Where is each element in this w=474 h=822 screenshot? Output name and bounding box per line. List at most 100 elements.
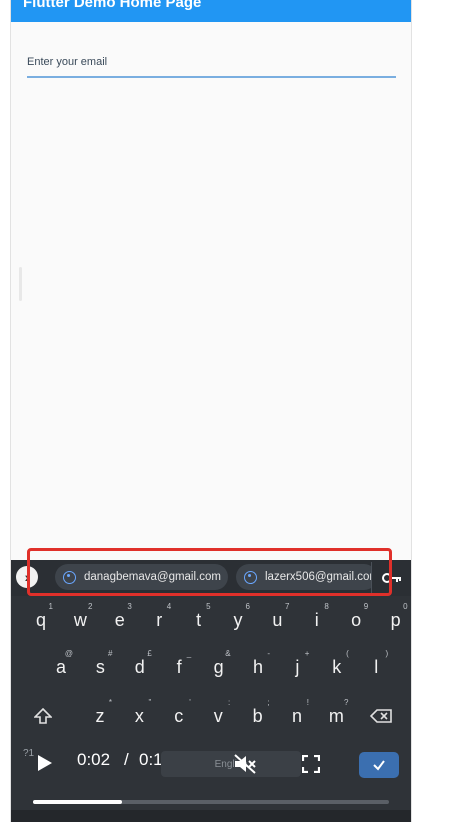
key-secondary-symbol: (	[346, 649, 349, 658]
volume-muted-icon[interactable]	[233, 753, 257, 780]
key-secondary-symbol: 1	[48, 602, 53, 611]
key-secondary-symbol: #	[107, 649, 113, 658]
key-secondary-symbol: _	[186, 649, 192, 658]
video-controls: ?1 0:02 / 0:10 English	[11, 745, 411, 785]
video-progress-bar[interactable]	[33, 800, 389, 804]
key-s[interactable]: s #	[82, 647, 118, 687]
key-q[interactable]: q1	[23, 600, 59, 640]
video-progress-fill	[33, 800, 122, 804]
video-current-time: 0:02	[77, 750, 111, 769]
key-secondary-symbol: +	[304, 649, 310, 658]
key-row-2: a @ s # d £ f _ g & h - j + k(l)	[11, 647, 411, 687]
key-letter: f	[176, 656, 182, 677]
shift-glyph	[34, 708, 52, 724]
key-row-3: z * x " c ' v: b; n! m?	[11, 696, 411, 736]
key-letter: v	[213, 705, 223, 726]
key-k[interactable]: k(	[319, 647, 355, 687]
key-secondary-symbol: ;	[267, 698, 270, 707]
system-nav-strip	[11, 810, 411, 822]
key-l[interactable]: l)	[358, 647, 394, 687]
key-secondary-symbol: 2	[87, 602, 93, 611]
key-f[interactable]: f _	[161, 647, 197, 687]
key-b[interactable]: b;	[240, 696, 276, 736]
key-secondary-symbol: 6	[245, 602, 250, 611]
key-letter: b	[252, 705, 263, 726]
key-w[interactable]: w2	[62, 600, 98, 640]
key-secondary-symbol: :	[227, 698, 231, 707]
key-secondary-symbol: *	[108, 698, 112, 707]
key-y[interactable]: y6	[220, 600, 256, 640]
key-secondary-symbol: '	[189, 698, 191, 707]
soft-keyboard: › danagbemava@gmail.com lazerx506@gmail.…	[11, 560, 411, 822]
key-p[interactable]: p0	[378, 600, 411, 640]
key-r[interactable]: r4	[141, 600, 177, 640]
key-secondary-symbol: £	[147, 649, 152, 658]
autofill-chip-email-2[interactable]: lazerx506@gmail.com	[236, 564, 377, 590]
key-letter: h	[252, 656, 263, 677]
key-letter: l	[374, 656, 379, 677]
key-secondary-symbol: )	[385, 649, 389, 658]
key-letter: p	[390, 609, 401, 630]
key-letter: a	[55, 656, 66, 677]
key-letter: s	[95, 656, 105, 677]
key-g[interactable]: g &	[201, 647, 237, 687]
key-letter: x	[134, 705, 144, 726]
chevron-right-icon[interactable]: ›	[16, 566, 38, 588]
fullscreen-glyph	[301, 754, 321, 774]
key-v[interactable]: v:	[200, 696, 236, 736]
key-secondary-symbol: 4	[166, 602, 172, 611]
key-d[interactable]: d £	[122, 647, 158, 687]
key-e[interactable]: e3	[102, 600, 138, 640]
key-row-1: q1w2e3r4t5y6u7i8o9p0	[11, 600, 411, 640]
key-icon-glyph	[382, 573, 401, 583]
key-icon[interactable]	[371, 562, 411, 594]
key-h[interactable]: h-	[240, 647, 276, 687]
spacebar-key[interactable]: English	[161, 751, 301, 777]
key-letter: u	[272, 609, 283, 630]
key-x[interactable]: x "	[121, 696, 157, 736]
autofill-chip-email-1[interactable]: danagbemava@gmail.com	[55, 564, 228, 590]
key-secondary-symbol: 5	[206, 602, 211, 611]
key-secondary-symbol: &	[225, 649, 231, 658]
key-secondary-symbol: "	[148, 698, 152, 707]
play-icon[interactable]	[37, 754, 53, 777]
fullscreen-icon[interactable]	[301, 754, 321, 778]
key-letter: k	[332, 656, 342, 677]
scroll-indicator	[19, 267, 22, 301]
key-u[interactable]: u7	[259, 600, 295, 640]
email-input[interactable]	[27, 48, 396, 78]
key-c[interactable]: c '	[161, 696, 197, 736]
key-secondary-symbol: 8	[324, 602, 329, 611]
key-n[interactable]: n!	[279, 696, 315, 736]
app-title: Flutter Demo Home Page	[23, 0, 202, 11]
key-z[interactable]: z *	[82, 696, 118, 736]
key-letter: t	[196, 609, 202, 630]
key-i[interactable]: i8	[299, 600, 335, 640]
key-letter: w	[73, 609, 87, 630]
key-letter: m	[328, 705, 344, 726]
page-body	[11, 22, 411, 560]
key-letter: c	[174, 705, 184, 726]
key-o[interactable]: o9	[338, 600, 374, 640]
key-letter: e	[114, 609, 125, 630]
key-letter: y	[233, 609, 243, 630]
key-secondary-symbol: 3	[127, 602, 132, 611]
key-a[interactable]: a @	[43, 647, 79, 687]
key-j[interactable]: j +	[279, 647, 315, 687]
key-secondary-symbol: @	[64, 649, 73, 658]
key-secondary-symbol: 7	[284, 602, 290, 611]
shift-icon[interactable]	[25, 696, 61, 736]
key-letter: d	[134, 656, 145, 677]
account-circle-icon	[244, 570, 257, 584]
key-m[interactable]: m?	[318, 696, 354, 736]
key-letter: i	[314, 609, 319, 630]
key-letter: r	[156, 609, 163, 630]
key-secondary-symbol: 9	[363, 602, 369, 611]
key-letter: o	[351, 609, 362, 630]
autofill-suggestion-bar: › danagbemava@gmail.com lazerx506@gmail.…	[11, 560, 411, 596]
backspace-icon[interactable]	[363, 696, 399, 736]
key-t[interactable]: t5	[181, 600, 217, 640]
symbols-key[interactable]: ?1	[23, 748, 34, 759]
check-icon[interactable]	[359, 752, 399, 778]
app-bar: Flutter Demo Home Page	[11, 0, 411, 22]
